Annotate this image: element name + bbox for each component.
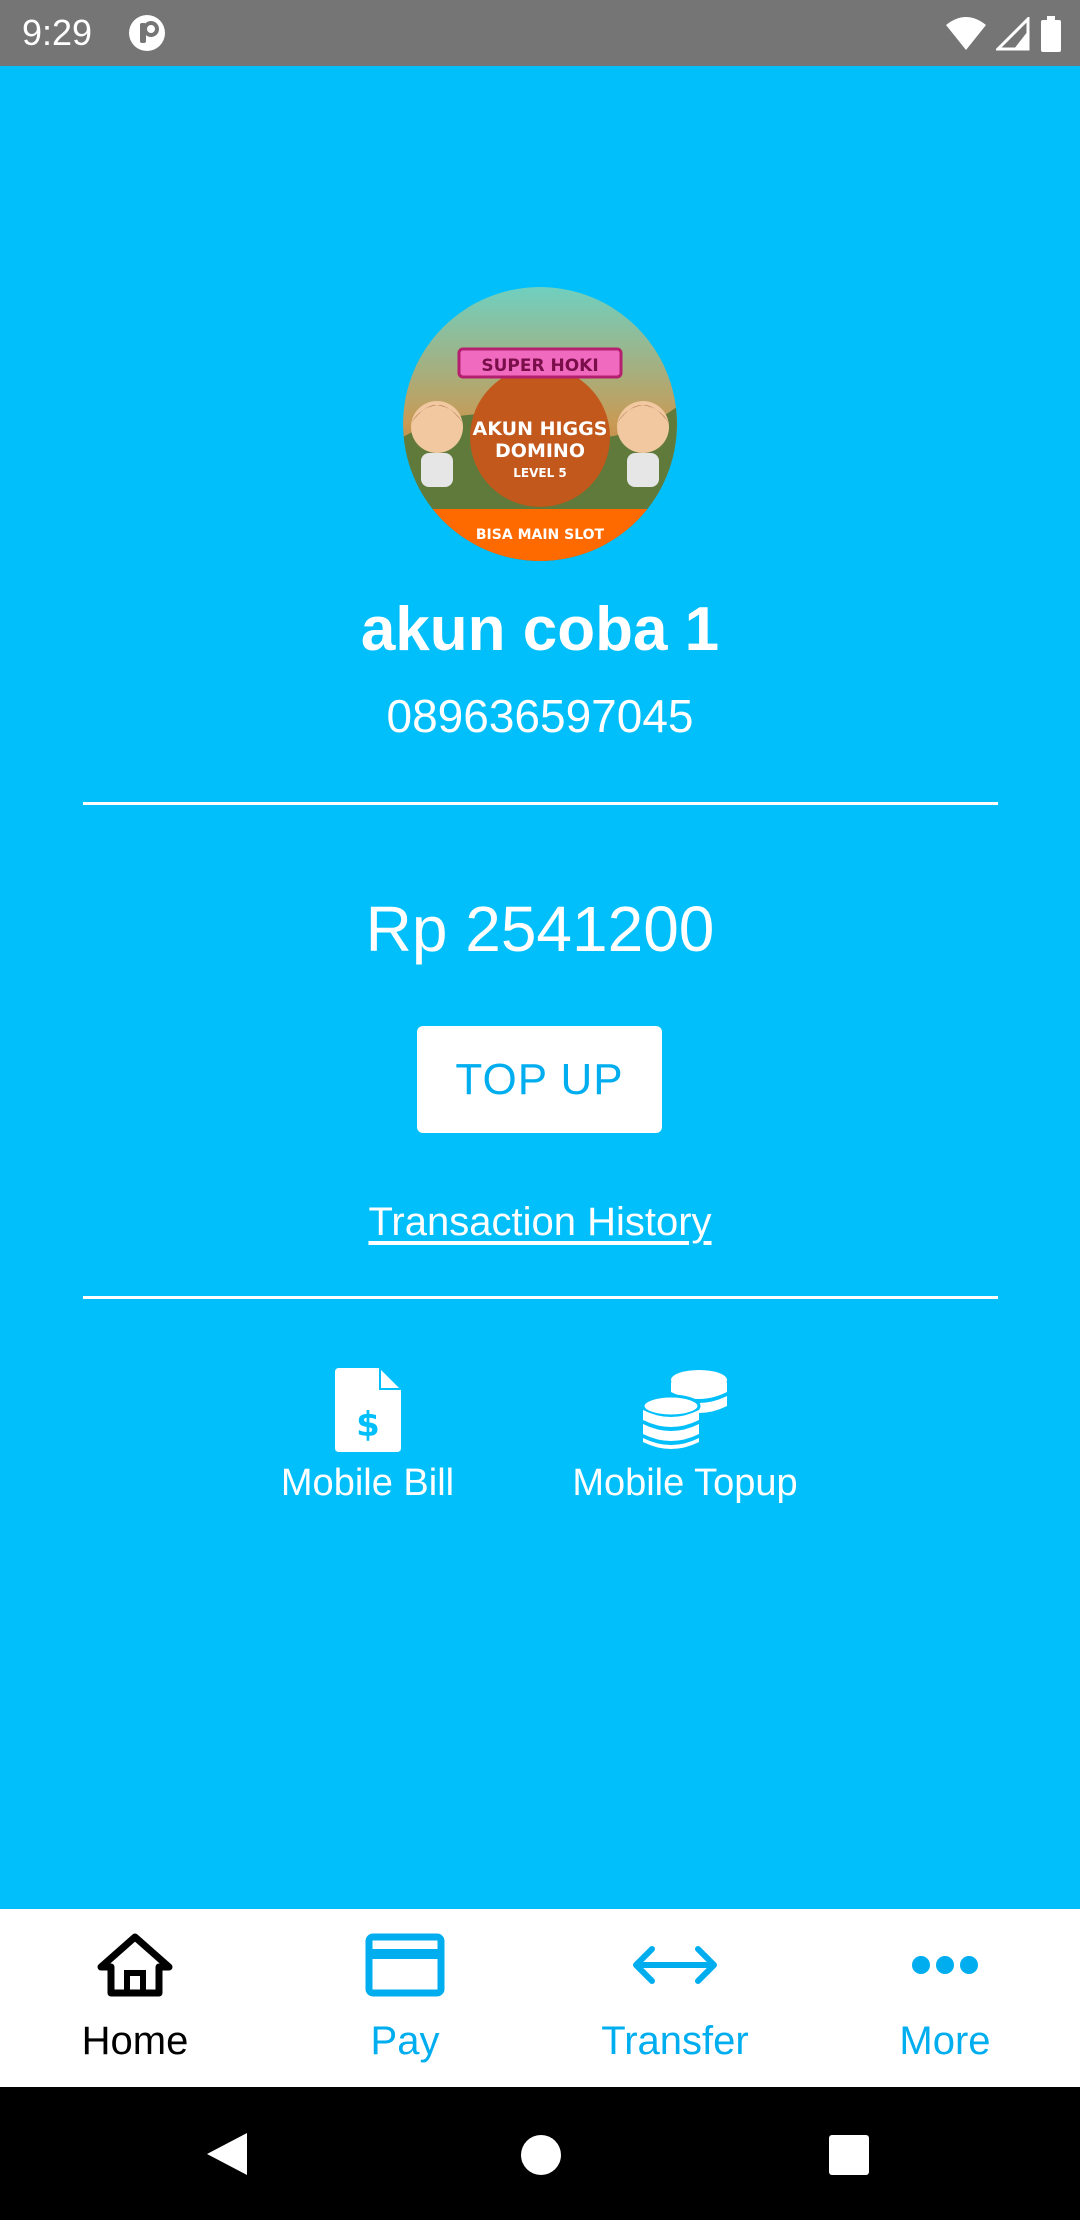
nav-transfer[interactable]: Transfer bbox=[540, 1909, 810, 2087]
wallet-home: SUPER HOKI AKUN HIGGS DOMINO LEVEL 5 BIS… bbox=[0, 66, 1080, 1909]
mobile-topup-button[interactable]: Mobile Topup bbox=[545, 1356, 825, 1508]
profile-avatar[interactable]: SUPER HOKI AKUN HIGGS DOMINO LEVEL 5 BIS… bbox=[403, 287, 677, 561]
mobile-topup-label: Mobile Topup bbox=[572, 1462, 798, 1504]
nav-transfer-label: Transfer bbox=[601, 2019, 749, 2063]
status-bar: 9:29 bbox=[0, 0, 1080, 66]
bill-icon: $ bbox=[334, 1368, 401, 1452]
avatar-level: LEVEL 5 bbox=[513, 466, 567, 480]
divider bbox=[83, 802, 998, 805]
system-navigation-bar bbox=[0, 2087, 1080, 2220]
divider bbox=[83, 1296, 998, 1299]
nav-home[interactable]: Home bbox=[0, 1909, 270, 2087]
notification-app-icon bbox=[129, 15, 165, 51]
mobile-bill-label: Mobile Bill bbox=[280, 1462, 455, 1504]
bottom-navigation: Home Pay Transfer More bbox=[0, 1909, 1080, 2087]
svg-text:$: $ bbox=[356, 1405, 380, 1445]
nav-pay-label: Pay bbox=[370, 2019, 440, 2063]
avatar-title-2: DOMINO bbox=[495, 440, 585, 462]
more-icon bbox=[912, 1956, 978, 1974]
nav-more-label: More bbox=[899, 2019, 991, 2063]
top-up-button[interactable]: TOP UP bbox=[417, 1026, 662, 1133]
signal-icon bbox=[996, 17, 1030, 51]
card-icon bbox=[365, 1933, 445, 1997]
transaction-history-label: Transaction History bbox=[368, 1200, 712, 1244]
home-icon bbox=[97, 1933, 173, 1997]
account-phone: 089636597045 bbox=[386, 690, 694, 742]
recent-apps-icon[interactable] bbox=[829, 2135, 869, 2175]
avatar-footer: BISA MAIN SLOT bbox=[476, 527, 605, 543]
coins-icon bbox=[641, 1370, 727, 1449]
battery-icon bbox=[1041, 16, 1061, 52]
nav-home-label: Home bbox=[81, 2019, 189, 2063]
status-time: 9:29 bbox=[22, 12, 93, 53]
nav-more[interactable]: More bbox=[810, 1909, 1080, 2087]
transaction-history-link[interactable]: Transaction History bbox=[0, 1194, 1080, 1250]
top-up-label: TOP UP bbox=[455, 1054, 624, 1104]
wifi-icon bbox=[946, 17, 986, 50]
mobile-bill-button[interactable]: $ Mobile Bill bbox=[260, 1356, 475, 1508]
avatar-banner: SUPER HOKI bbox=[481, 356, 598, 376]
back-icon[interactable] bbox=[205, 2131, 249, 2177]
home-circle-icon[interactable] bbox=[520, 2134, 562, 2176]
arrows-icon bbox=[633, 1946, 717, 1984]
account-name: akun coba 1 bbox=[360, 595, 720, 664]
balance-amount: Rp 2541200 bbox=[365, 893, 715, 965]
avatar-title-1: AKUN HIGGS bbox=[473, 418, 608, 440]
nav-pay[interactable]: Pay bbox=[270, 1909, 540, 2087]
